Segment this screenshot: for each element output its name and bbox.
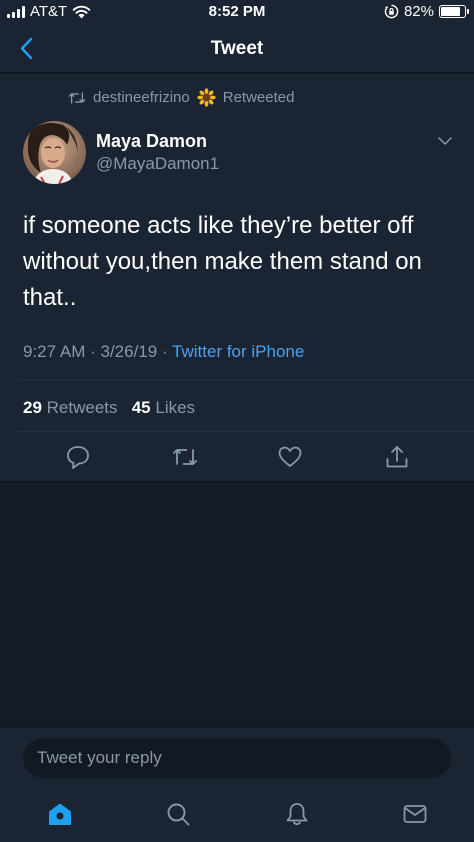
retweet-icon[interactable] (172, 444, 198, 470)
tweet-detail: destineefrizino Retweeted Maya Damon @Ma… (0, 74, 474, 482)
tweet-date: 3/26/19 (100, 342, 158, 361)
share-icon[interactable] (384, 444, 410, 470)
search-icon[interactable] (165, 801, 191, 827)
screen: AT&T 8:52 PM 82% Tweet destineefrizino R… (0, 0, 474, 842)
home-icon[interactable] (47, 801, 73, 827)
divider (18, 380, 474, 381)
battery-fill (441, 7, 460, 16)
tab-bar (0, 787, 474, 842)
retweet-context[interactable]: destineefrizino Retweeted (68, 88, 294, 107)
retweet-count: 29 (23, 398, 42, 417)
retweets-label: Retweets (46, 398, 118, 417)
tweet-stats: 29 Retweets 45 Likes (23, 398, 195, 418)
reply-icon[interactable] (65, 444, 91, 470)
like-icon[interactable] (277, 444, 303, 470)
page-title: Tweet (210, 38, 264, 59)
meta-separator: · (90, 342, 101, 361)
orientation-lock-icon (384, 4, 399, 19)
divider (18, 431, 474, 432)
avatar[interactable] (23, 121, 86, 184)
battery-icon (439, 5, 469, 18)
reply-bar (0, 727, 474, 787)
sunflower-icon (197, 88, 216, 107)
author-handle[interactable]: @MayaDamon1 (96, 154, 219, 174)
retweeted-label: Retweeted (222, 89, 295, 106)
like-count: 45 (131, 398, 151, 417)
tweet-source-link[interactable]: Twitter for iPhone (172, 342, 304, 361)
tweet-text: if someone acts like they’re better off … (23, 212, 422, 311)
tweet-meta: 9:27 AM · 3/26/19 · Twitter for iPhone (23, 342, 304, 362)
chevron-down-icon[interactable] (437, 136, 453, 146)
nav-bar: Tweet (0, 24, 474, 73)
tweet-time: 9:27 AM (23, 342, 86, 361)
reply-input[interactable] (23, 738, 451, 778)
status-right: 82% (384, 3, 469, 20)
likes-stat[interactable]: 45 Likes (132, 398, 195, 417)
author-name[interactable]: Maya Damon (96, 131, 207, 152)
tweet-actions (0, 444, 474, 474)
notifications-icon[interactable] (284, 801, 310, 827)
status-bar: AT&T 8:52 PM 82% (0, 0, 474, 24)
battery-percent: 82% (403, 3, 434, 20)
retweet-small-icon (68, 91, 86, 104)
meta-separator: · (161, 342, 173, 361)
retweets-stat[interactable]: 29 Retweets (23, 398, 118, 417)
likes-label: Likes (155, 398, 196, 417)
messages-icon[interactable] (402, 801, 428, 827)
retweeter-name: destineefrizino (93, 89, 190, 106)
